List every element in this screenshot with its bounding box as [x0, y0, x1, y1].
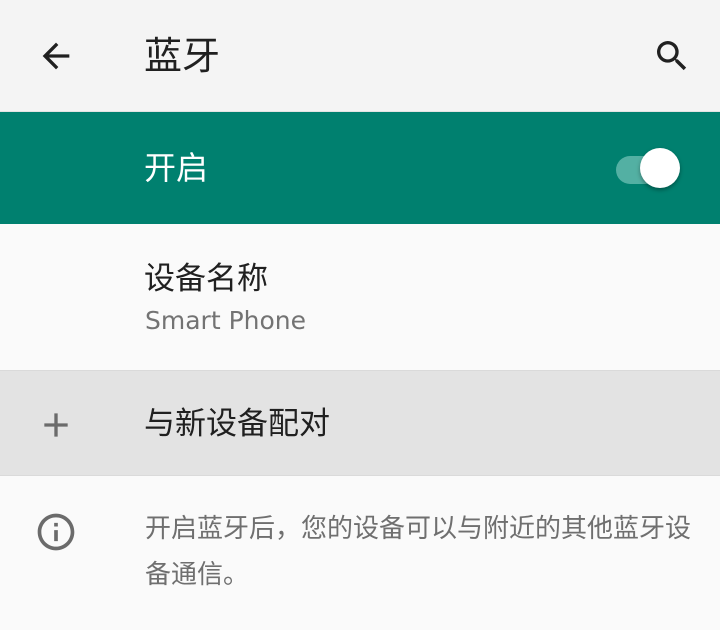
back-button[interactable] — [24, 24, 88, 88]
info-text: 开启蓝牙后，您的设备可以与附近的其他蓝牙设备通信。 — [145, 514, 692, 590]
plus-icon — [44, 413, 68, 437]
device-name-title: 设备名称 — [144, 261, 268, 297]
search-button[interactable] — [640, 24, 704, 88]
arrow-back-icon — [42, 42, 70, 70]
toggle-thumb — [640, 148, 680, 188]
top-app-bar: 蓝牙 — [0, 0, 720, 112]
device-name-row[interactable]: 设备名称 Smart Phone — [0, 224, 720, 370]
master-switch-label: 开启 — [144, 149, 209, 187]
pair-new-device-row[interactable]: 与新设备配对 — [0, 370, 720, 476]
device-name-value: Smart Phone — [145, 306, 307, 335]
page-title: 蓝牙 — [144, 34, 221, 78]
pair-new-device-label: 与新设备配对 — [144, 406, 330, 442]
search-icon — [657, 41, 687, 71]
info-icon — [37, 513, 75, 551]
info-footer: 开启蓝牙后，您的设备可以与附近的其他蓝牙设备通信。 — [0, 476, 720, 630]
bluetooth-master-switch-bar[interactable]: 开启 — [0, 112, 720, 224]
bluetooth-toggle[interactable] — [612, 148, 684, 188]
